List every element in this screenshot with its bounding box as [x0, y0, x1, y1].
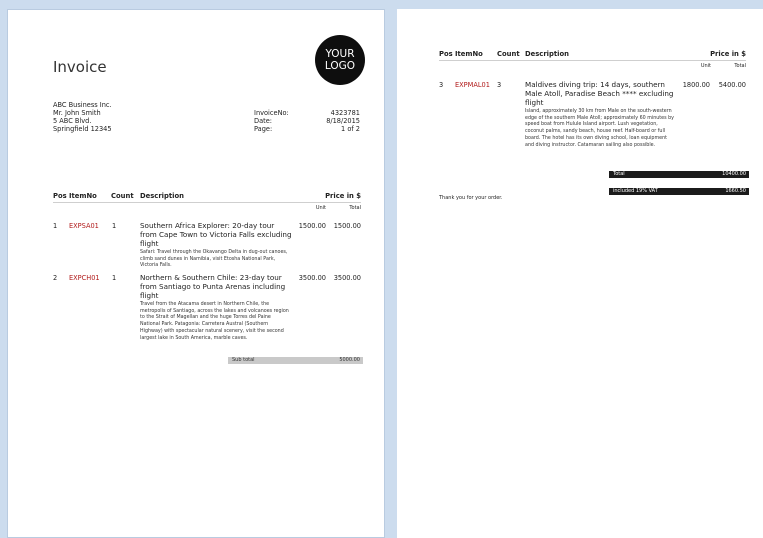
col-header-count: Count	[497, 50, 520, 58]
col-header-total: Total	[349, 205, 361, 211]
item-total-price: 1500.00	[333, 222, 361, 230]
subtotal-value: 5000.00	[339, 357, 360, 363]
logo-line-1: YOUR	[325, 48, 355, 60]
sender-line: Mr. John Smith	[53, 109, 101, 117]
col-header-description: Description	[525, 50, 569, 58]
item-total-price: 3500.00	[333, 274, 361, 282]
sender-line: 5 ABC Blvd.	[53, 117, 92, 125]
item-title: Southern Africa Explorer: 20-day tour fr…	[140, 221, 292, 248]
item-title: Northern & Southern Chile: 23-day tour f…	[140, 273, 286, 300]
meta-label-page: Page:	[254, 125, 273, 133]
thank-you-note: Thank you for your order.	[439, 195, 503, 201]
meta-value-page: 1 of 2	[341, 125, 360, 133]
sender-line: Springfield 12345	[53, 125, 112, 133]
item-details: Island, approximately 30 km from Male on…	[525, 109, 675, 148]
item-number: EXPSA01	[69, 222, 99, 230]
col-header-pos: Pos	[439, 50, 453, 58]
meta-value-date: 8/18/2015	[326, 117, 360, 125]
total-value: 10400.00	[722, 171, 746, 177]
subtotal-label: Sub total	[232, 357, 255, 363]
item-unit-price: 1800.00	[682, 81, 710, 89]
item-description: Maldives diving trip: 14 days, southern …	[525, 80, 677, 149]
item-details: Safari: Travel through the Okavango Delt…	[140, 250, 288, 269]
meta-value-invoiceno: 4323781	[330, 109, 360, 117]
invoice-page-2: Pos ItemNo Count Description Price in $ …	[397, 9, 763, 538]
item-number: EXPMAL01	[455, 81, 490, 89]
invoice-title: Invoice	[53, 58, 107, 76]
meta-label-invoiceno: InvoiceNo:	[254, 109, 289, 117]
invoice-meta-labels: InvoiceNo: Date: Page:	[254, 109, 289, 133]
item-number: EXPCH01	[69, 274, 100, 282]
logo-line-2: LOGO	[324, 60, 356, 72]
total-label: Total	[613, 171, 625, 177]
vat-label: included 19% VAT	[613, 188, 658, 194]
meta-label-date: Date:	[254, 117, 272, 125]
item-pos: 3	[439, 81, 444, 89]
item-unit-price: 1500.00	[298, 222, 326, 230]
sender-address: ABC Business Inc. Mr. John Smith 5 ABC B…	[53, 101, 112, 133]
col-header-total: Total	[734, 63, 746, 69]
company-logo: YOUR LOGO	[315, 35, 365, 85]
vat-value: 1660.50	[725, 188, 746, 194]
col-header-description: Description	[140, 192, 184, 200]
header-divider	[439, 60, 746, 61]
item-description: Northern & Southern Chile: 23-day tour f…	[140, 273, 293, 342]
invoice-meta-values: 4323781 8/18/2015 1 of 2	[308, 109, 360, 133]
item-count: 3	[497, 81, 502, 89]
sender-line: ABC Business Inc.	[53, 101, 112, 109]
col-header-price: Price in $	[710, 50, 746, 58]
invoice-page-1: Invoice YOUR LOGO ABC Business Inc. Mr. …	[7, 9, 385, 538]
col-header-count: Count	[111, 192, 134, 200]
item-details: Travel from the Atacama desert in Northe…	[140, 302, 289, 341]
item-description: Southern Africa Explorer: 20-day tour fr…	[140, 221, 293, 270]
col-header-unit: Unit	[315, 205, 326, 211]
header-divider	[53, 202, 361, 203]
item-title: Maldives diving trip: 14 days, southern …	[525, 80, 674, 107]
vat-bar: included 19% VAT 1660.50	[609, 188, 749, 195]
total-bar: Total 10400.00	[609, 171, 749, 178]
col-header-unit: Unit	[700, 63, 711, 69]
col-header-price: Price in $	[325, 192, 361, 200]
col-header-itemno: ItemNo	[69, 192, 97, 200]
col-header-itemno: ItemNo	[455, 50, 483, 58]
col-header-pos: Pos	[53, 192, 67, 200]
item-count: 1	[112, 274, 117, 282]
subtotal-bar: Sub total 5000.00	[228, 357, 363, 364]
item-unit-price: 3500.00	[298, 274, 326, 282]
item-pos: 1	[53, 222, 58, 230]
item-pos: 2	[53, 274, 58, 282]
item-total-price: 5400.00	[718, 81, 746, 89]
item-count: 1	[112, 222, 117, 230]
